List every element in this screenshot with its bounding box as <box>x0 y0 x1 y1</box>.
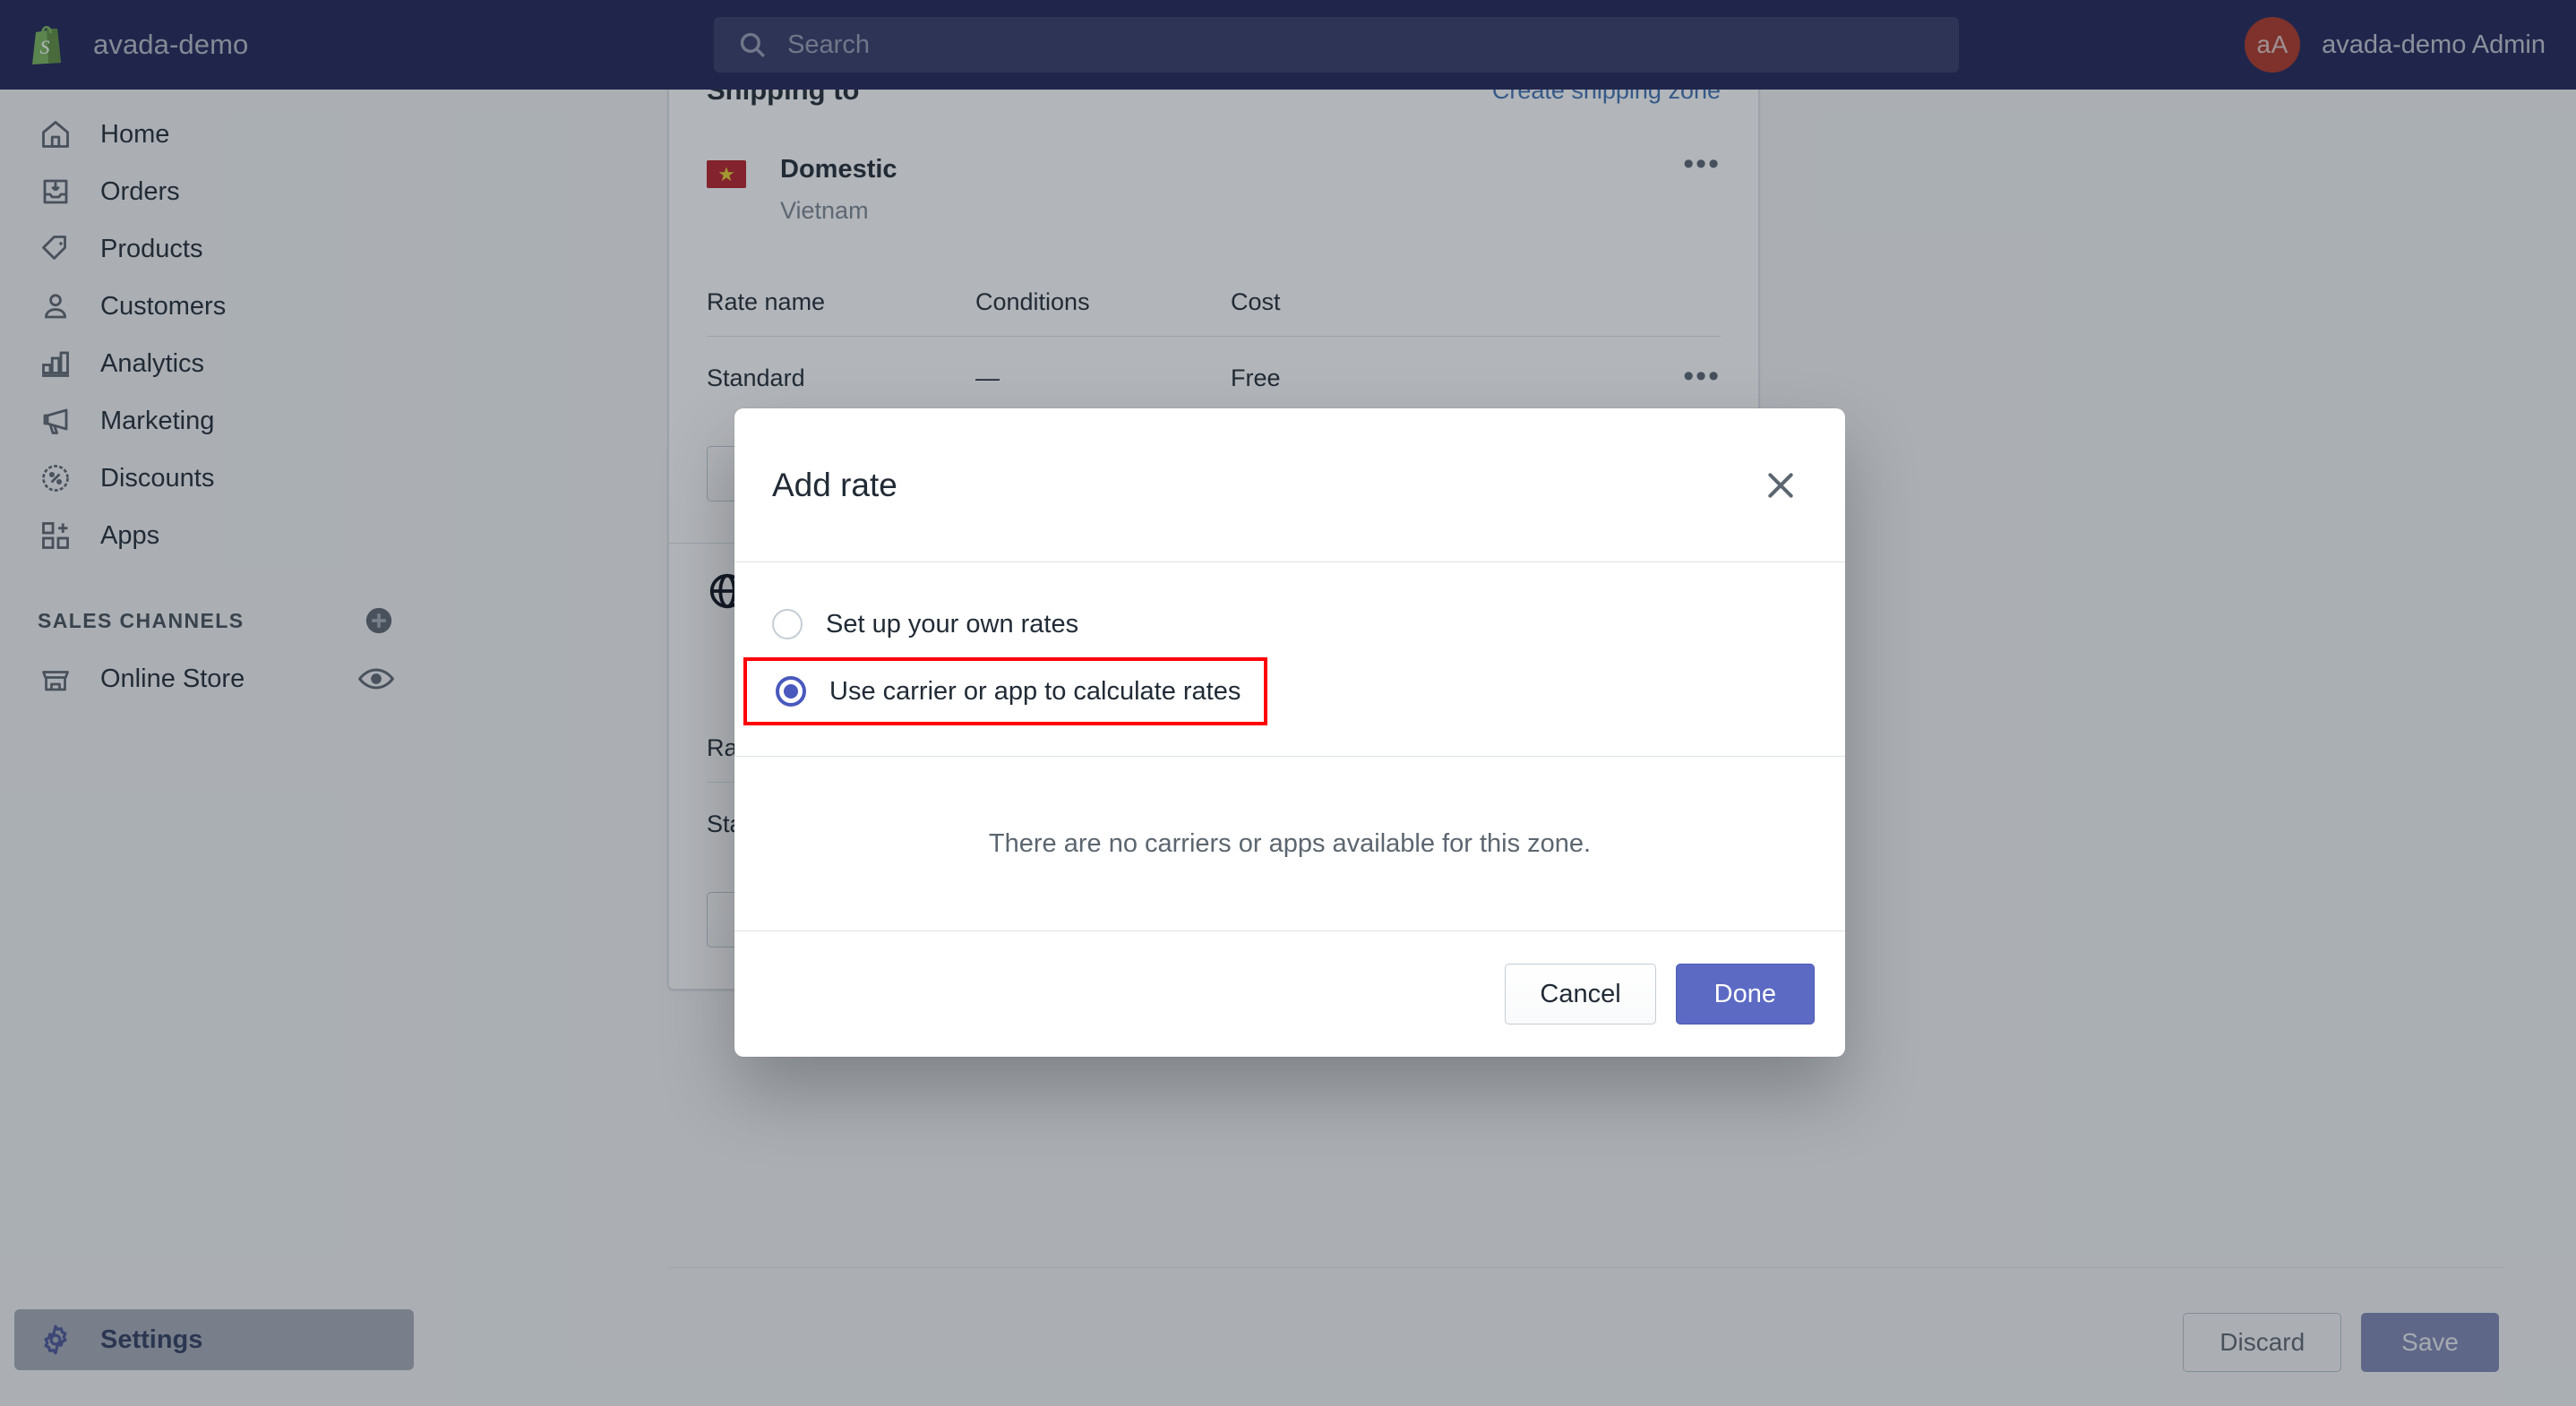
modal-footer: Cancel Done <box>734 931 1845 1057</box>
modal-body: There are no carriers or apps available … <box>734 757 1845 931</box>
rate-type-options: Set up your own rates Use carrier or app… <box>734 562 1845 757</box>
modal-header: Add rate <box>734 408 1845 562</box>
radio-carrier-rates[interactable] <box>776 676 806 707</box>
close-icon[interactable] <box>1756 460 1806 510</box>
modal-title: Add rate <box>772 466 897 503</box>
radio-own-rates[interactable] <box>772 609 803 639</box>
option-carrier-rates[interactable]: Use carrier or app to calculate rates <box>743 657 1267 725</box>
option-own-rates[interactable]: Set up your own rates <box>734 598 1845 650</box>
option-label: Use carrier or app to calculate rates <box>829 676 1241 706</box>
add-rate-modal: Add rate Set up your own rates Use carri… <box>734 408 1845 1057</box>
empty-state-message: There are no carriers or apps available … <box>988 828 1592 858</box>
cancel-button[interactable]: Cancel <box>1505 964 1656 1024</box>
option-label: Set up your own rates <box>826 609 1079 639</box>
app-root: Shipping to Create shipping zone ★ Domes… <box>0 0 2576 1406</box>
done-button[interactable]: Done <box>1675 964 1815 1024</box>
